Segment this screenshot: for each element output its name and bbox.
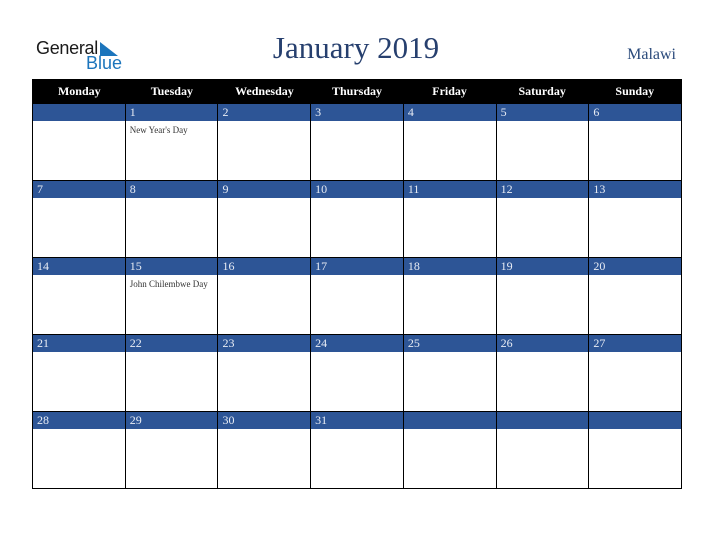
week-cells: 21 22 23 24 25 26 27 xyxy=(33,334,682,411)
day-cell[interactable]: 4 xyxy=(403,103,497,180)
week-cells: 7 8 9 10 11 12 13 xyxy=(33,180,682,257)
day-number: 19 xyxy=(500,259,513,273)
day-cell[interactable]: 12 xyxy=(496,180,590,257)
day-cell[interactable]: 26 xyxy=(496,334,590,411)
day-cell[interactable]: 11 xyxy=(403,180,497,257)
day-cell[interactable]: 17 xyxy=(311,257,404,334)
day-cell[interactable]: 10 xyxy=(311,180,404,257)
day-number: 23 xyxy=(222,336,235,350)
day-cell[interactable]: 2 xyxy=(218,103,312,180)
day-number: 29 xyxy=(129,413,142,427)
day-number: 25 xyxy=(407,336,420,350)
day-number: 31 xyxy=(315,413,328,427)
day-cell[interactable]: 16 xyxy=(218,257,312,334)
day-number: 22 xyxy=(129,336,142,350)
day-cell[interactable]: 3 xyxy=(311,103,404,180)
day-cell[interactable]: 24 xyxy=(311,334,404,411)
day-cell[interactable]: 29 xyxy=(125,411,219,488)
week-cells: 1 New Year's Day 2 3 4 5 6 xyxy=(33,103,682,180)
week-row: 28 29 30 31 xyxy=(33,411,682,488)
week-row: 14 15 John Chilembwe Day 16 17 18 19 20 xyxy=(33,257,682,334)
day-number: 13 xyxy=(593,182,606,196)
day-number: 27 xyxy=(593,336,606,350)
day-number: 8 xyxy=(129,182,136,196)
day-cell[interactable]: 1 New Year's Day xyxy=(125,103,219,180)
day-number: 12 xyxy=(500,182,513,196)
day-number: 5 xyxy=(500,105,507,119)
day-number: 30 xyxy=(222,413,235,427)
weekday-saturday: Saturday xyxy=(518,84,566,98)
day-number: 6 xyxy=(593,105,600,119)
holiday-label: John Chilembwe Day xyxy=(129,279,208,289)
day-number: 14 xyxy=(37,259,49,273)
day-cell[interactable]: 21 xyxy=(33,334,126,411)
day-cell[interactable]: 19 xyxy=(496,257,590,334)
day-number: 24 xyxy=(315,336,328,350)
weekday-header: Monday Tuesday Wednesday Thursday Friday Satu… xyxy=(33,80,681,103)
day-number: 28 xyxy=(37,413,49,427)
day-cell[interactable]: 6 xyxy=(589,103,682,180)
day-number: 15 xyxy=(129,259,142,273)
calendar-title: January 2019 xyxy=(272,30,440,65)
day-cell[interactable]: 8 xyxy=(125,180,219,257)
day-cell[interactable]: 23 xyxy=(218,334,312,411)
day-number: 21 xyxy=(37,336,49,350)
holiday-label: New Year's Day xyxy=(129,125,188,135)
week-cells: 14 15 John Chilembwe Day 16 17 18 19 20 xyxy=(33,257,682,334)
day-number: 4 xyxy=(407,105,414,119)
day-number: 20 xyxy=(593,259,606,273)
day-cell[interactable]: 15 John Chilembwe Day xyxy=(125,257,219,334)
weekday-friday: Friday xyxy=(432,84,467,98)
weekday-wednesday: Wednesday xyxy=(235,84,294,98)
day-number: 11 xyxy=(407,182,420,196)
weekday-monday: Monday xyxy=(57,84,101,98)
day-number: 2 xyxy=(222,105,229,119)
day-number: 26 xyxy=(500,336,513,350)
day-number: 7 xyxy=(37,182,43,196)
week-row: 7 8 9 10 11 12 13 xyxy=(33,180,682,257)
day-number: 17 xyxy=(315,259,328,273)
day-cell[interactable]: 20 xyxy=(589,257,682,334)
day-number: 1 xyxy=(129,105,136,119)
day-cell[interactable]: 7 xyxy=(33,180,126,257)
day-cell[interactable]: 13 xyxy=(589,180,682,257)
day-cell[interactable] xyxy=(403,411,497,488)
day-cell[interactable]: 30 xyxy=(218,411,312,488)
day-cell[interactable]: 28 xyxy=(33,411,126,488)
country-label: Malawi xyxy=(627,46,676,63)
week-cells: 28 29 30 31 xyxy=(33,411,682,488)
day-cell[interactable] xyxy=(589,411,682,488)
day-cell[interactable]: 18 xyxy=(403,257,497,334)
weekday-thursday: Thursday xyxy=(332,84,383,98)
day-number: 9 xyxy=(222,182,229,196)
day-number: 10 xyxy=(315,182,328,196)
weekday-tuesday: Tuesday xyxy=(150,84,193,98)
calendar-grid: Monday Tuesday Wednesday Thursday Friday Satu… xyxy=(32,79,682,489)
day-number: 16 xyxy=(222,259,235,273)
day-number: 3 xyxy=(315,105,322,119)
weekday-sunday: Sunday xyxy=(615,84,655,98)
day-cell[interactable]: 25 xyxy=(403,334,497,411)
day-cell[interactable]: 27 xyxy=(589,334,682,411)
week-row: 1 New Year's Day 2 3 4 5 6 xyxy=(33,103,682,180)
day-cell[interactable]: 5 xyxy=(496,103,590,180)
day-cell[interactable]: 31 xyxy=(311,411,404,488)
day-number: 18 xyxy=(407,259,420,273)
day-cell[interactable]: 14 xyxy=(33,257,126,334)
week-row: 21 22 23 24 25 26 27 xyxy=(33,334,682,411)
day-cell[interactable]: 9 xyxy=(218,180,312,257)
day-cell[interactable] xyxy=(33,103,126,180)
day-cell[interactable] xyxy=(496,411,590,488)
day-cell[interactable]: 22 xyxy=(125,334,219,411)
